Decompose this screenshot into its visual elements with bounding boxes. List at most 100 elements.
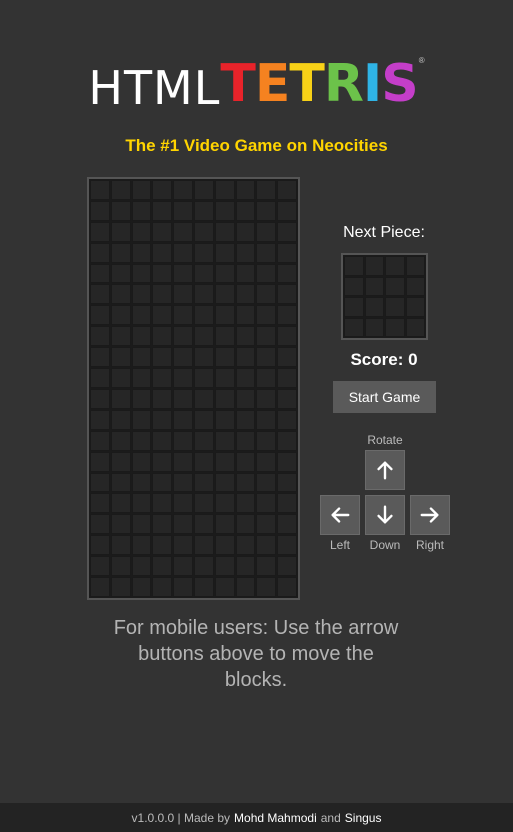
board-cell	[235, 200, 256, 221]
board-cell	[193, 305, 214, 326]
board-cell	[277, 556, 297, 577]
board-cell	[110, 577, 131, 597]
board-cell	[277, 493, 297, 514]
board-cell	[173, 263, 193, 284]
board-cell	[90, 430, 110, 451]
board-cell	[193, 326, 214, 347]
board-cell	[90, 577, 110, 597]
rotate-label: Rotate	[367, 433, 403, 447]
board-cell	[235, 326, 256, 347]
board-cell	[277, 221, 297, 242]
board-cell	[110, 514, 131, 535]
board-cell	[193, 514, 214, 535]
rotate-button[interactable]	[365, 450, 405, 490]
board-cell	[173, 556, 193, 577]
logo-letter: T	[289, 54, 324, 114]
board-cell	[214, 388, 235, 409]
preview-cell	[405, 317, 425, 337]
board-cell	[193, 200, 214, 221]
board-cell	[277, 200, 297, 221]
board-cell	[193, 242, 214, 263]
board-cell	[193, 451, 214, 472]
board-cell	[193, 535, 214, 556]
board-cell	[277, 451, 297, 472]
board-cell	[193, 368, 214, 388]
preview-cell	[364, 317, 384, 337]
board-cell	[110, 284, 131, 305]
board-cell	[214, 430, 235, 451]
board-cell	[214, 263, 235, 284]
board-cell	[152, 263, 173, 284]
game-board[interactable]	[87, 177, 300, 600]
board-cell	[214, 577, 235, 597]
down-label: Down	[369, 538, 401, 552]
board-cell	[131, 514, 152, 535]
board-cell	[173, 200, 193, 221]
board-cell	[277, 242, 297, 263]
board-cell	[214, 368, 235, 388]
board-cell	[277, 577, 297, 597]
board-cell	[256, 409, 277, 430]
board-cell	[110, 347, 131, 368]
board-cell	[235, 430, 256, 451]
preview-cell	[405, 276, 425, 296]
preview-cell	[385, 297, 405, 317]
board-cell	[277, 472, 297, 493]
footer: v1.0.0.0 | Made by Mohd Mahmodi and Sing…	[0, 803, 513, 832]
board-cell	[214, 326, 235, 347]
logo-letter: I	[362, 54, 382, 114]
board-cell	[173, 347, 193, 368]
preview-cell	[385, 317, 405, 337]
score-display: Score: 0	[350, 350, 418, 369]
down-button[interactable]	[365, 495, 405, 535]
board-cell	[152, 242, 173, 263]
board-cell	[214, 409, 235, 430]
board-cell	[235, 221, 256, 242]
board-cell	[214, 451, 235, 472]
board-cell	[90, 556, 110, 577]
board-cell	[90, 242, 110, 263]
board-cell	[193, 221, 214, 242]
preview-cell	[344, 317, 364, 337]
board-cell	[173, 180, 193, 200]
board-cell	[173, 577, 193, 597]
author-link-mohd[interactable]: Mohd Mahmodi	[234, 811, 317, 825]
board-cell	[110, 368, 131, 388]
board-cell	[90, 284, 110, 305]
board-cell	[173, 284, 193, 305]
board-cell	[90, 180, 110, 200]
board-cell	[173, 430, 193, 451]
board-cell	[90, 347, 110, 368]
board-cell	[152, 221, 173, 242]
start-game-button[interactable]: Start Game	[333, 381, 436, 413]
board-cell	[214, 284, 235, 305]
logo-letter: T	[220, 54, 255, 114]
logo: HTML T E T R I S ®	[0, 52, 513, 112]
board-cell	[256, 577, 277, 597]
left-button[interactable]	[320, 495, 360, 535]
board-cell	[235, 451, 256, 472]
board-cell	[90, 221, 110, 242]
right-button[interactable]	[410, 495, 450, 535]
board-cell	[173, 514, 193, 535]
author-link-singus[interactable]: Singus	[345, 811, 382, 825]
next-piece-preview	[341, 253, 428, 340]
board-cell	[90, 472, 110, 493]
board-cell	[235, 242, 256, 263]
board-cell	[152, 430, 173, 451]
version-text: v1.0.0.0 | Made by	[131, 810, 231, 825]
board-cell	[131, 200, 152, 221]
page: HTML T E T R I S ® The #1 Video Game on …	[0, 0, 513, 832]
board-cell	[131, 221, 152, 242]
board-cell	[214, 472, 235, 493]
board-cell	[214, 305, 235, 326]
board-cell	[173, 535, 193, 556]
board-cell	[173, 451, 193, 472]
board-cell	[131, 347, 152, 368]
board-cell	[152, 284, 173, 305]
board-cell	[235, 556, 256, 577]
logo-letter: R	[323, 54, 364, 114]
board-cell	[173, 493, 193, 514]
board-cell	[214, 493, 235, 514]
board-cell	[277, 347, 297, 368]
